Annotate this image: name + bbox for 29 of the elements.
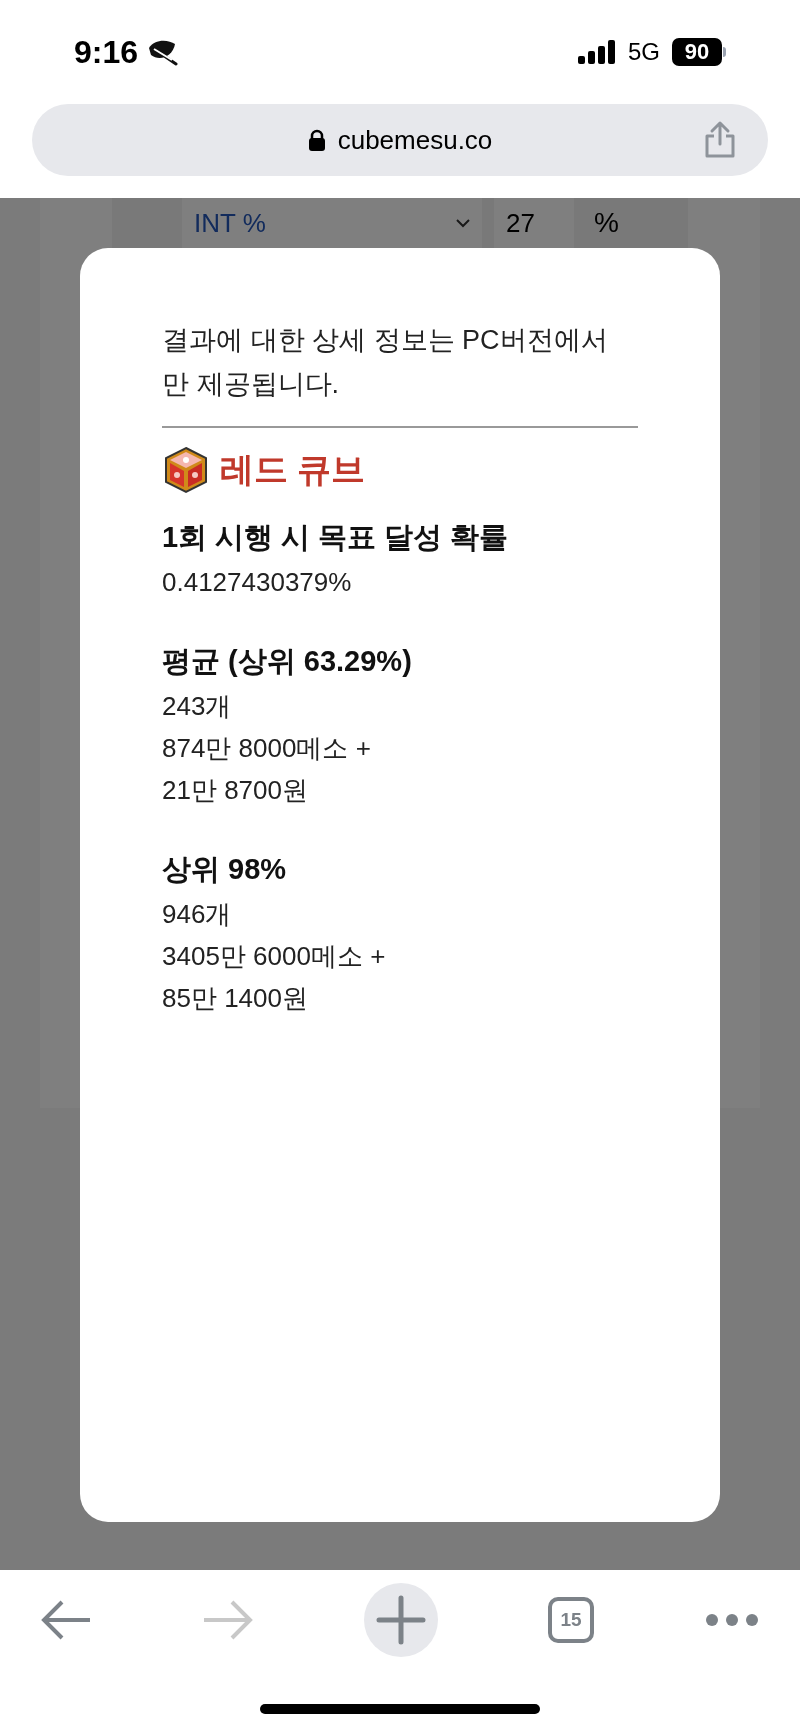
back-button[interactable]	[40, 1598, 92, 1642]
section-heading: 상위 98%	[162, 852, 288, 887]
signal-icon	[578, 40, 616, 64]
result-value: 85만 1400원	[162, 982, 309, 1015]
tabs-button[interactable]: 15	[548, 1597, 594, 1643]
value-field[interactable]: 27	[494, 198, 574, 248]
result-value: 3405만 6000메소 +	[162, 940, 387, 973]
network-label: 5G	[628, 37, 660, 67]
result-value: 874만 8000메소 +	[162, 732, 372, 765]
cube-icon	[162, 445, 210, 494]
cube-title: 레드 큐브	[220, 449, 366, 490]
lock-icon	[307, 129, 326, 151]
battery-indicator: 90	[672, 38, 726, 66]
result-value: 0.4127430379%	[162, 566, 353, 599]
result-value: 243개	[162, 690, 233, 723]
chevron-icon	[456, 218, 470, 228]
address-bar[interactable]: cubemesu.co	[32, 104, 768, 176]
section-heading: 평균 (상위 63.29%)	[162, 644, 413, 679]
status-time: 9:16	[74, 33, 139, 72]
url-text: cubemesu.co	[337, 123, 493, 157]
share-icon[interactable]	[704, 120, 736, 158]
section-heading: 1회 시행 시 목표 달성 확률	[162, 520, 510, 555]
leaf-icon	[146, 38, 179, 66]
unit-label: %	[594, 206, 619, 240]
notice-text: 결과에 대한 상세 정보는 PC버전에서만 제공됩니다.	[162, 324, 609, 401]
more-icon[interactable]	[704, 1612, 760, 1628]
result-value: 946개	[162, 898, 233, 931]
stat-select[interactable]: INT %	[182, 198, 482, 248]
result-value: 21만 8700원	[162, 774, 309, 807]
